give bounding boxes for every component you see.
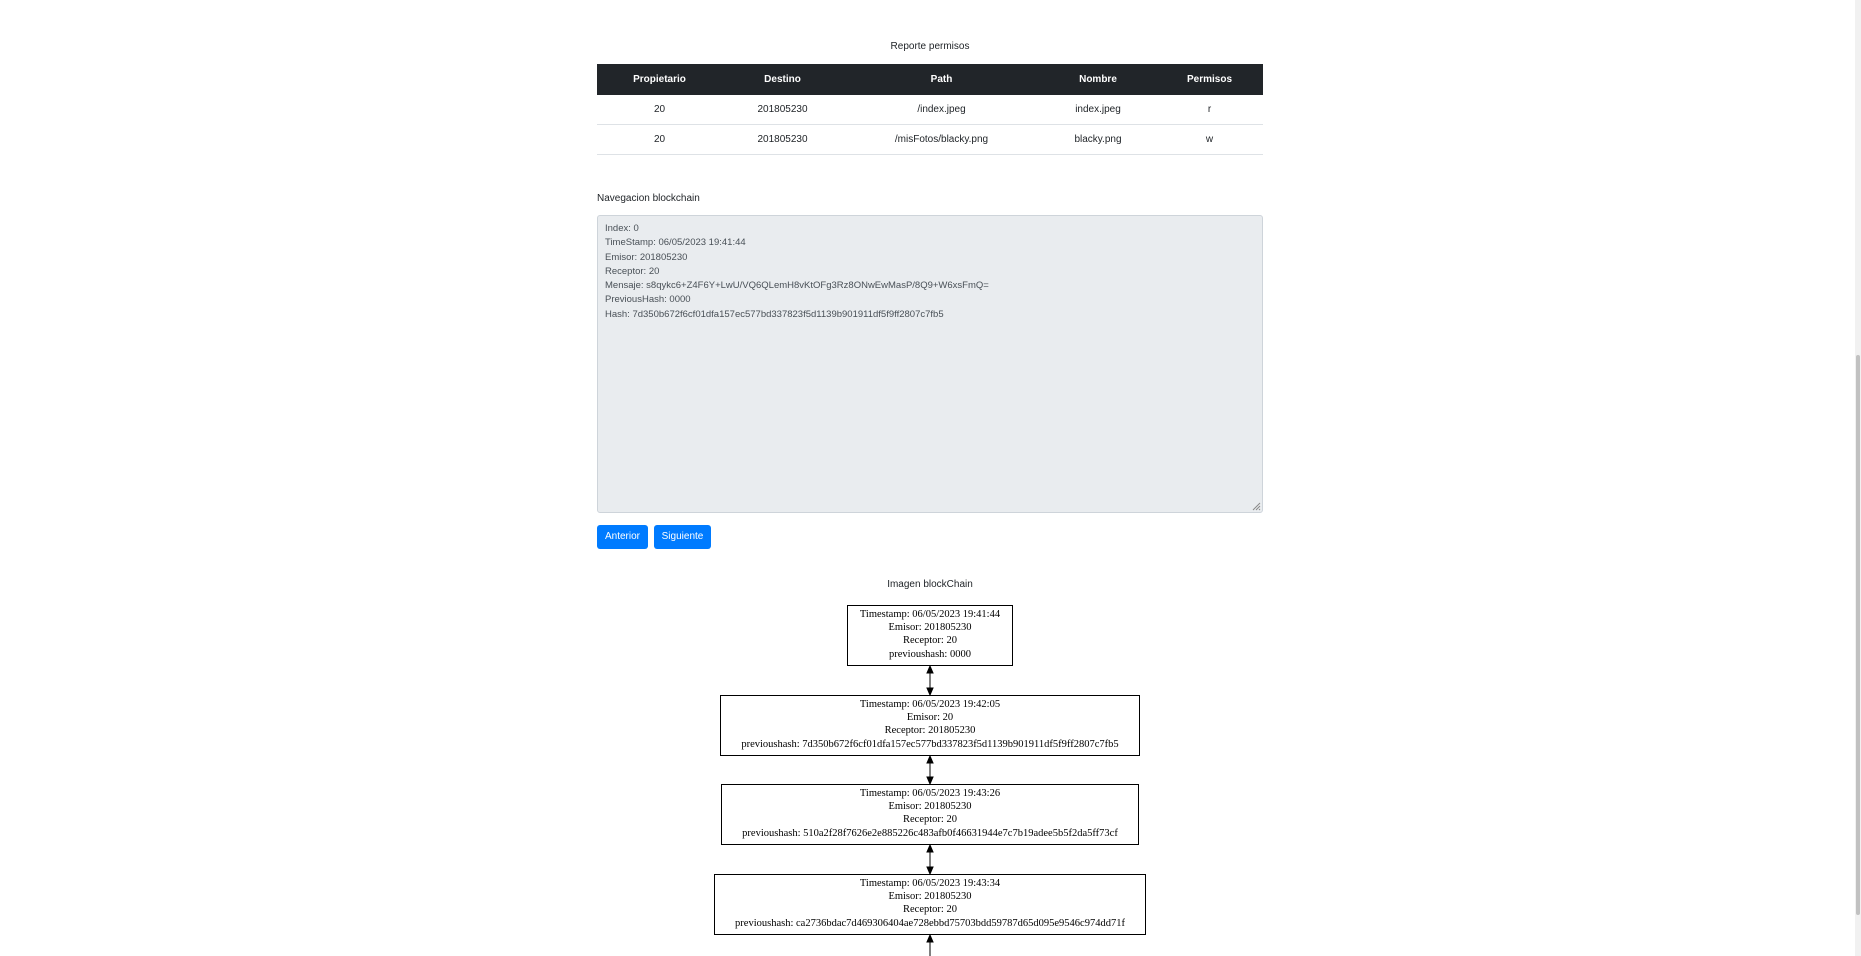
block-node-2: Timestamp: 06/05/2023 19:43:26 Emisor: 2… [721,784,1139,845]
edge-0-1 [926,664,934,697]
previous-button[interactable]: Anterior [597,525,648,549]
node-previoushash: previoushash: 0000 [889,648,971,660]
table-row: 20 201805230 /index.jpeg index.jpeg r [597,95,1263,125]
node-timestamp: Timestamp: 06/05/2023 19:43:26 [859,788,1001,799]
next-button[interactable]: Siguiente [654,525,711,549]
node-timestamp: Timestamp: 06/05/2023 19:42:05 [859,699,1001,710]
node-emisor: Emisor: 201805230 [888,891,972,903]
block-timestamp-line: TimeStamp: 06/05/2023 19:41:44 [605,237,746,249]
column-header-path: Path [843,64,1040,95]
cell-permisos: r [1156,95,1263,125]
page-scrollbar[interactable] [1855,0,1861,956]
permissions-table: Propietario Destino Path Nombre Permisos… [597,64,1263,155]
block-receptor-line: Receptor: 20 [605,265,660,277]
cell-path: /index.jpeg [843,95,1040,125]
table-header-row: Propietario Destino Path Nombre Permisos [597,64,1263,95]
cell-propietario: 20 [597,95,722,125]
column-header-nombre: Nombre [1040,64,1156,95]
block-node-0: Timestamp: 06/05/2023 19:41:44 Emisor: 2… [847,605,1013,666]
block-mensaje-line: Mensaje: s8qykc6+Z4F6Y+LwU/VQ6QLemH8vKtO… [605,280,989,292]
node-previoushash: previoushash: ca2736bdac7d469306404ae728… [735,917,1125,929]
column-header-propietario: Propietario [597,64,722,95]
block-previoushash-line: PreviousHash: 0000 [605,294,691,306]
node-receptor: Receptor: 20 [903,904,957,916]
report-title: Reporte permisos [890,41,970,52]
column-header-permisos: Permisos [1156,64,1263,95]
column-header-destino: Destino [722,64,843,95]
block-node-3: Timestamp: 06/05/2023 19:43:34 Emisor: 2… [714,874,1146,935]
block-emisor-line: Emisor: 201805230 [605,251,688,263]
node-receptor: Receptor: 20 [903,814,957,826]
block-node-1: Timestamp: 06/05/2023 19:42:05 Emisor: 2… [720,695,1140,756]
node-emisor: Emisor: 20 [906,712,954,724]
block-hash-line: Hash: 7d350b672f6cf01dfa157ec577bd337823… [605,308,944,320]
node-timestamp: Timestamp: 06/05/2023 19:41:44 [859,609,1001,620]
cell-destino: 201805230 [722,95,843,125]
cell-nombre: index.jpeg [1040,95,1156,125]
node-emisor: Emisor: 201805230 [888,622,972,634]
resize-grip-icon[interactable] [1251,501,1261,511]
scrollbar-thumb[interactable] [1856,355,1860,915]
edge-1-2 [926,754,934,786]
image-title: Imagen blockChain [887,579,973,590]
table-row: 20 201805230 /misFotos/blacky.png blacky… [597,124,1263,155]
cell-path: /misFotos/blacky.png [843,124,1040,155]
node-timestamp: Timestamp: 06/05/2023 19:43:34 [859,878,1001,889]
block-index-line: Index: 0 [605,223,639,234]
node-previoushash: previoushash: 7d350b672f6cf01dfa157ec577… [741,738,1119,750]
cell-destino: 201805230 [722,124,843,155]
block-info-textarea[interactable]: Index: 0 TimeStamp: 06/05/2023 19:41:44 … [597,215,1263,513]
node-receptor: Receptor: 20 [903,635,957,647]
cell-propietario: 20 [597,124,722,155]
edge-2-3 [926,843,934,876]
navigation-title: Navegacion blockchain [597,193,700,204]
cell-nombre: blacky.png [1040,124,1156,155]
node-previoushash: previoushash: 510a2f28f7626e2e885226c483… [742,827,1118,839]
node-emisor: Emisor: 201805230 [888,801,972,813]
cell-permisos: w [1156,124,1263,155]
edge-3-next [926,933,934,956]
node-receptor: Receptor: 201805230 [884,725,976,737]
